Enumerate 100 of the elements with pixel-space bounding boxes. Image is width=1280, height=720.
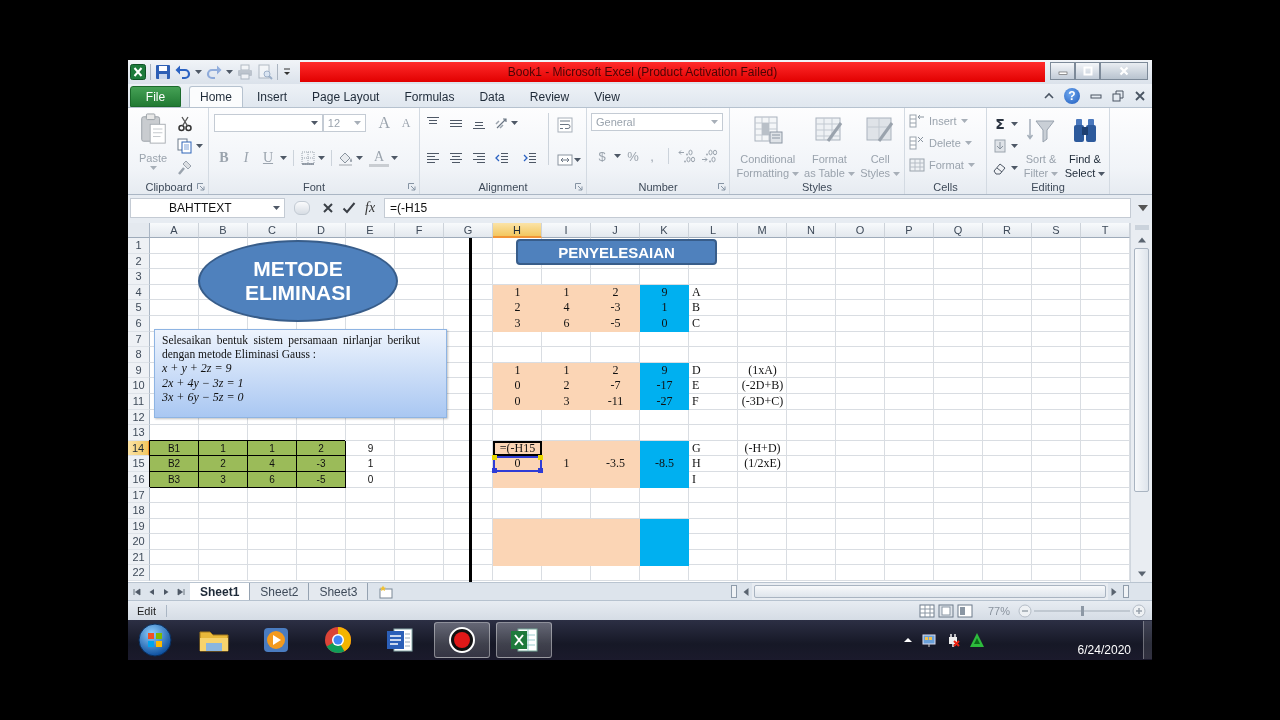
previous-sheet-icon[interactable] (147, 587, 156, 596)
align-center-icon[interactable] (448, 150, 464, 166)
column-header[interactable]: Q (934, 223, 983, 238)
column-header[interactable]: B (199, 223, 248, 238)
row-header[interactable]: 8 (128, 347, 150, 363)
column-header[interactable]: I (542, 223, 591, 238)
ribbon-tab[interactable]: Data (468, 86, 516, 107)
monitor-icon[interactable] (921, 632, 937, 648)
ribbon-tab[interactable]: File (130, 86, 181, 107)
formula-field[interactable]: =(-H15 (384, 198, 1131, 218)
autosum-button[interactable]: Σ (992, 114, 1008, 134)
column-header[interactable]: S (1032, 223, 1081, 238)
column-header[interactable]: L (689, 223, 738, 238)
caret-icon[interactable] (195, 70, 202, 74)
splitter-handle[interactable] (294, 201, 310, 215)
column-header[interactable]: D (297, 223, 346, 238)
close-icon[interactable] (1134, 89, 1146, 102)
scroll-up-icon[interactable] (1136, 236, 1147, 244)
row-header[interactable]: 18 (128, 503, 150, 519)
dialog-launcher-icon[interactable] (718, 182, 726, 191)
dialog-launcher-icon[interactable] (408, 182, 416, 191)
column-header[interactable]: E (346, 223, 395, 238)
caret-icon[interactable] (356, 156, 363, 160)
copy-icon[interactable] (177, 138, 193, 154)
next-sheet-icon[interactable] (162, 587, 171, 596)
undo-arrow-icon[interactable] (175, 64, 191, 80)
caret-icon[interactable] (1011, 122, 1018, 126)
page-break-icon[interactable] (956, 603, 973, 618)
caret-icon[interactable] (1098, 171, 1106, 176)
merge-cells-icon[interactable] (557, 152, 573, 168)
font-name-field[interactable] (214, 114, 323, 132)
ribbon-tab[interactable]: Insert (246, 86, 299, 107)
column-header[interactable]: F (395, 223, 444, 238)
wrap-text-icon[interactable] (557, 115, 573, 135)
align-right-icon[interactable] (471, 150, 487, 166)
row-header[interactable]: 22 (128, 565, 150, 582)
column-header[interactable]: A (150, 223, 199, 238)
row-header[interactable]: 1 (128, 238, 150, 254)
close-button[interactable] (1100, 62, 1148, 80)
split-handle[interactable] (1134, 225, 1149, 230)
tray-date[interactable]: 6/24/2020 (1077, 643, 1131, 657)
indent-icon[interactable] (522, 150, 538, 166)
ribbon-tab[interactable]: View (583, 86, 631, 107)
cross-icon[interactable] (321, 201, 335, 215)
caret-icon[interactable] (273, 206, 280, 210)
align-left-icon[interactable] (425, 150, 441, 166)
caret-icon[interactable] (318, 156, 325, 160)
row-header[interactable]: 13 (128, 425, 150, 441)
caret-icon[interactable] (574, 158, 581, 162)
dialog-launcher-icon[interactable] (197, 182, 205, 191)
caret-up-icon[interactable] (1044, 90, 1054, 101)
row-header[interactable]: 20 (128, 534, 150, 550)
row-header[interactable]: 5 (128, 300, 150, 316)
active-cell[interactable]: =(-H15 (493, 440, 542, 457)
first-sheet-icon[interactable] (133, 587, 142, 596)
sheet-tab[interactable]: Sheet1 (190, 583, 251, 600)
caret-icon[interactable] (196, 144, 203, 148)
caret-icon[interactable] (226, 70, 233, 74)
zoom-slider-thumb[interactable] (1081, 605, 1084, 616)
name-box[interactable]: BAHTTEXT (130, 198, 285, 218)
column-header[interactable]: C (248, 223, 297, 238)
ribbon-tab[interactable]: Formulas (393, 86, 466, 107)
row-header[interactable]: 10 (128, 378, 150, 394)
diagonal-text-icon[interactable] (494, 115, 510, 131)
fill-down-icon[interactable] (992, 138, 1008, 154)
start-orb-icon[interactable] (138, 623, 172, 657)
column-header[interactable]: H (493, 223, 542, 238)
column-header[interactable]: K (640, 223, 689, 238)
caret-icon[interactable] (1011, 144, 1018, 148)
split-handle[interactable] (731, 585, 737, 598)
ribbon-tab[interactable]: Review (518, 86, 581, 107)
caret-icon[interactable] (280, 156, 287, 160)
borders-icon[interactable] (300, 150, 316, 166)
expand-caret-icon[interactable] (1138, 203, 1148, 213)
paint-bucket-icon[interactable] (338, 150, 354, 166)
scroll-down-icon[interactable] (1136, 570, 1147, 578)
scrollbar-thumb[interactable] (1134, 248, 1149, 492)
column-header[interactable]: G (444, 223, 493, 238)
minimize-button[interactable] (1050, 62, 1075, 80)
recorder-button[interactable] (434, 622, 490, 658)
dialog-launcher-icon[interactable] (575, 182, 583, 191)
column-header[interactable]: P (885, 223, 934, 238)
customize-caret-icon[interactable] (282, 67, 292, 77)
column-header[interactable]: T (1081, 223, 1130, 238)
row-header[interactable]: 3 (128, 269, 150, 285)
find-select-button[interactable]: Find & Select (1064, 111, 1106, 180)
column-header[interactable]: O (836, 223, 885, 238)
ribbon-tab[interactable]: Page Layout (301, 86, 391, 107)
caret-icon[interactable] (391, 156, 398, 160)
column-header[interactable]: N (787, 223, 836, 238)
reference-cell[interactable]: 0 (493, 456, 542, 472)
column-header[interactable]: J (591, 223, 640, 238)
last-sheet-icon[interactable] (176, 587, 185, 596)
caret-icon[interactable] (310, 121, 318, 125)
scissors-icon[interactable] (177, 116, 193, 132)
sheet-tab[interactable]: Sheet3 (309, 583, 369, 600)
spreadsheet-logo-icon[interactable] (130, 64, 146, 80)
row-header[interactable]: 15 (128, 456, 150, 472)
show-desktop-button[interactable] (1143, 621, 1152, 659)
ribbon-tab[interactable]: Home (189, 86, 243, 107)
